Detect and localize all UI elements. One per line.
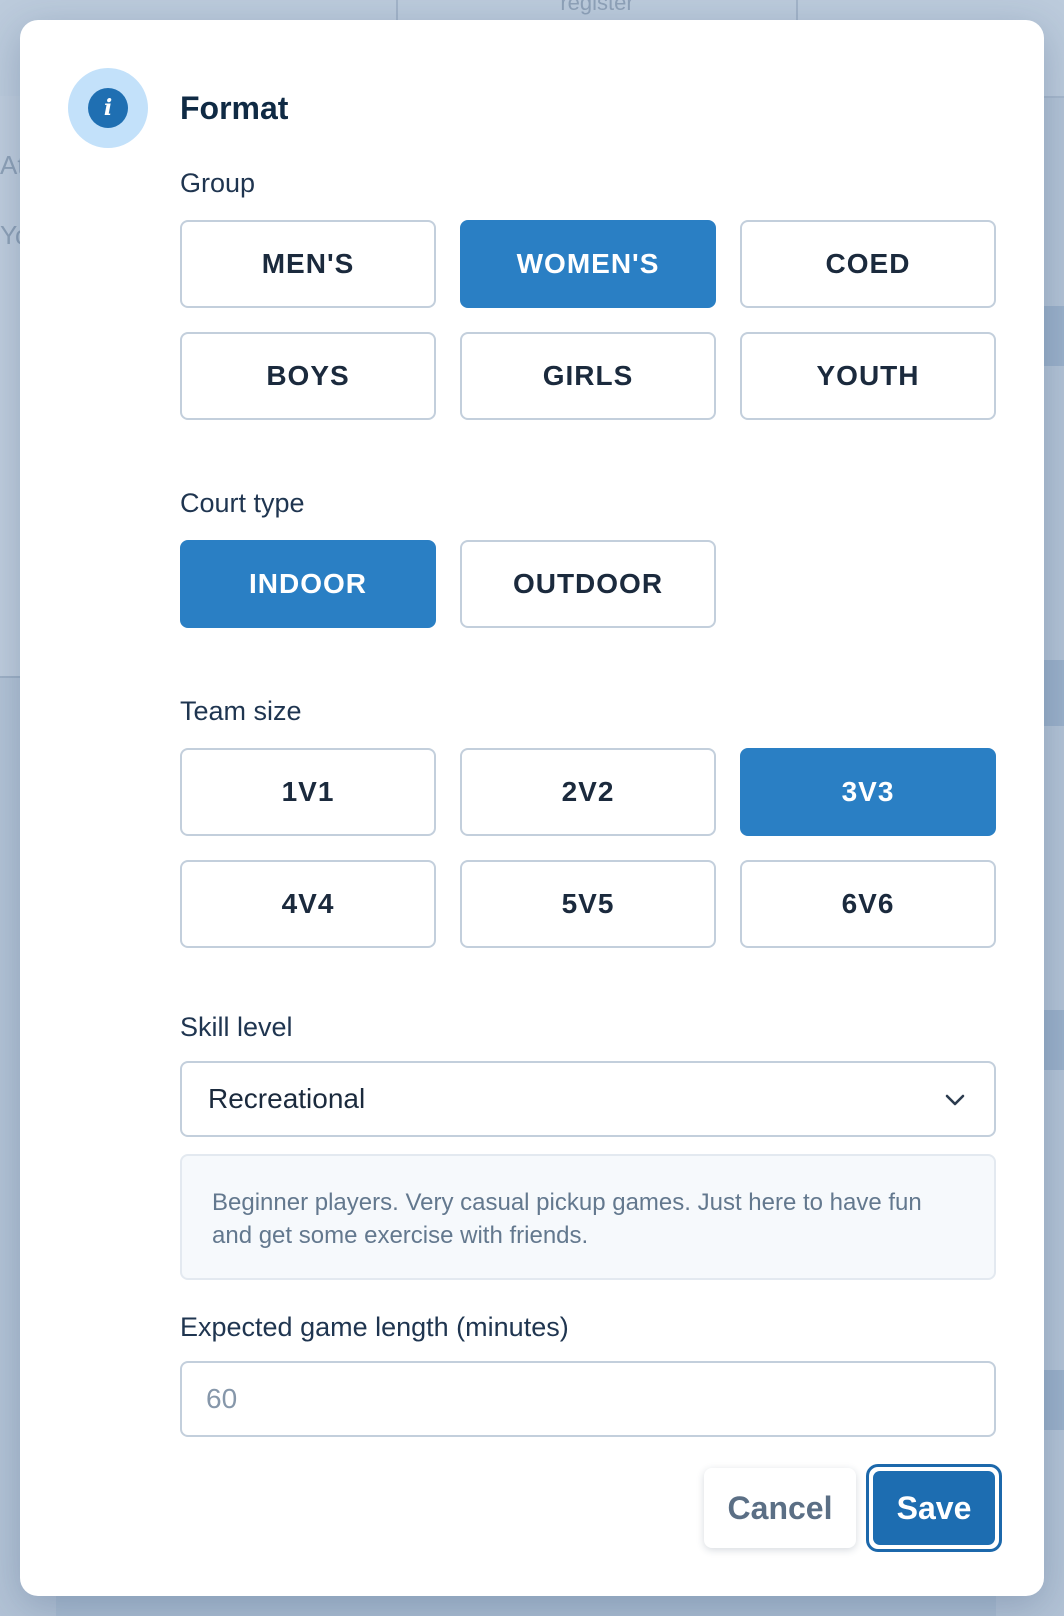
court-option-outdoor[interactable]: OUTDOOR xyxy=(460,540,716,628)
info-icon: i xyxy=(88,88,128,128)
team-size-option-3v3[interactable]: 3V3 xyxy=(740,748,996,836)
dialog-title: Format xyxy=(180,90,289,126)
team-size-option-2v2[interactable]: 2V2 xyxy=(460,748,716,836)
cancel-button[interactable]: Cancel xyxy=(704,1468,856,1548)
format-dialog: i Format Group MEN'S WOMEN'S COED BOYS G… xyxy=(20,20,1044,1596)
group-option-mens[interactable]: MEN'S xyxy=(180,220,436,308)
skill-level-value: Recreational xyxy=(208,1083,366,1114)
team-size-option-1v1[interactable]: 1V1 xyxy=(180,748,436,836)
save-button-label: Save xyxy=(873,1471,995,1545)
team-size-option-5v5[interactable]: 5V5 xyxy=(460,860,716,948)
skill-level-select[interactable]: Recreational xyxy=(180,1061,996,1137)
court-type-label: Court type xyxy=(180,488,305,518)
group-option-coed[interactable]: COED xyxy=(740,220,996,308)
group-option-boys[interactable]: BOYS xyxy=(180,332,436,420)
group-option-girls[interactable]: GIRLS xyxy=(460,332,716,420)
group-option-womens[interactable]: WOMEN'S xyxy=(460,220,716,308)
background-tab-label: register xyxy=(560,0,634,15)
team-size-option-6v6[interactable]: 6V6 xyxy=(740,860,996,948)
skill-level-label: Skill level xyxy=(180,1012,293,1042)
skill-level-description: Beginner players. Very casual pickup gam… xyxy=(180,1154,996,1280)
chevron-down-icon xyxy=(945,1094,965,1106)
team-size-label: Team size xyxy=(180,696,302,726)
info-badge: i xyxy=(68,68,148,148)
team-size-option-4v4[interactable]: 4V4 xyxy=(180,860,436,948)
group-label: Group xyxy=(180,168,256,198)
group-option-youth[interactable]: YOUTH xyxy=(740,332,996,420)
game-length-label: Expected game length (minutes) xyxy=(180,1312,569,1342)
game-length-input[interactable] xyxy=(180,1361,996,1437)
court-option-indoor[interactable]: INDOOR xyxy=(180,540,436,628)
save-button[interactable]: Save xyxy=(866,1464,1002,1552)
